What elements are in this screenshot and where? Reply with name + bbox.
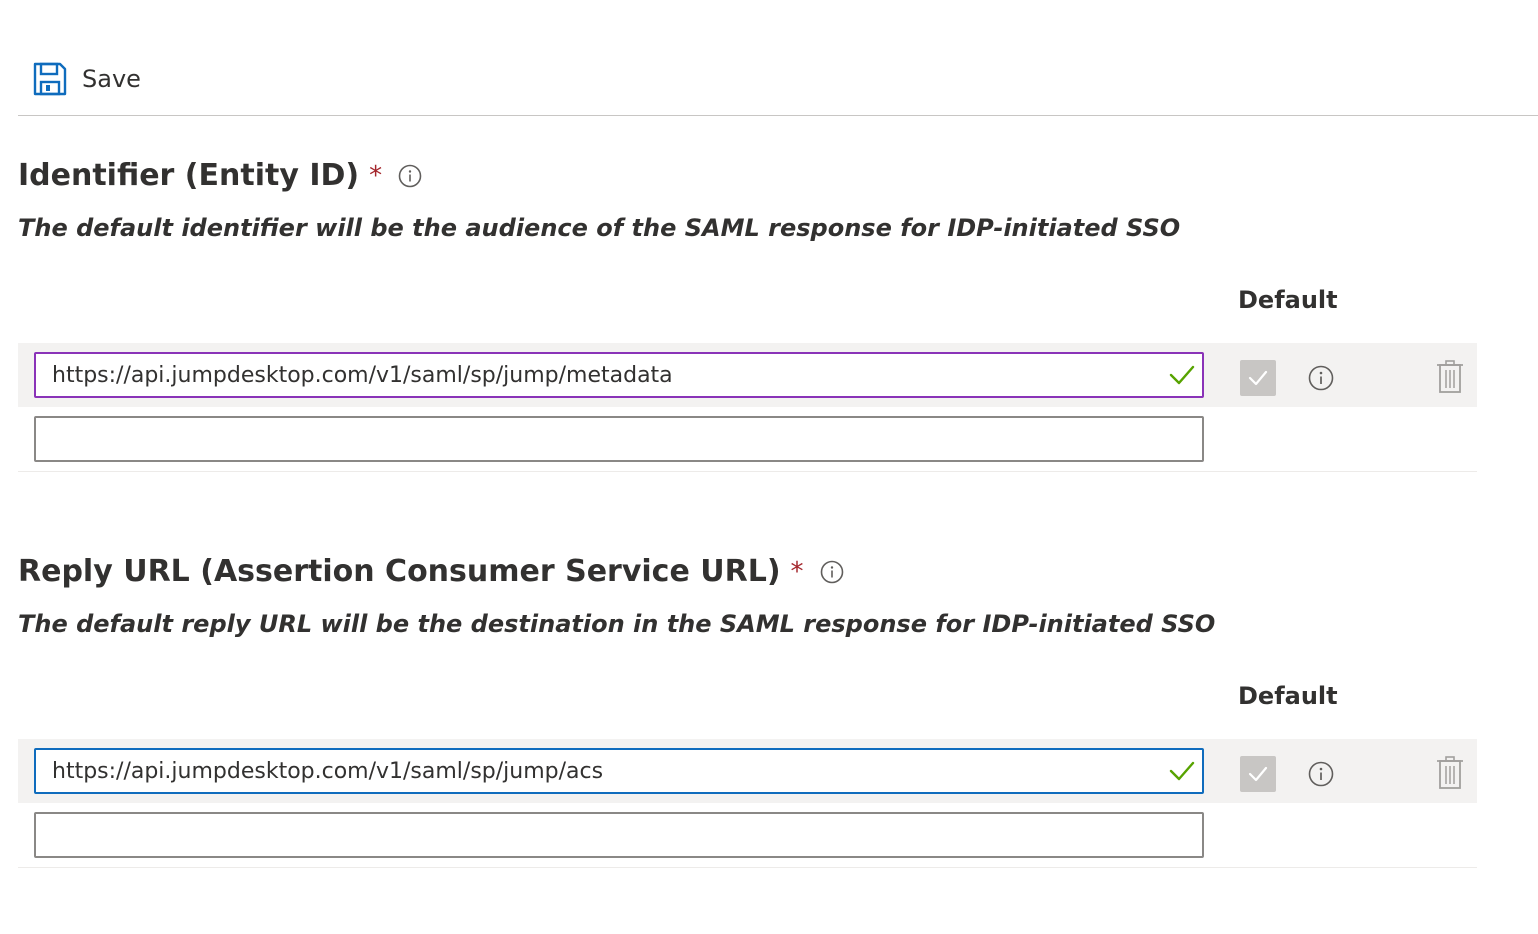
reply-url-description: The default reply URL will be the destin… (18, 610, 1216, 638)
save-button[interactable]: Save (32, 58, 141, 100)
identifier-title: Identifier (Entity ID) (18, 158, 360, 193)
default-checkbox[interactable] (1240, 360, 1276, 396)
reply-url-title-row: Reply URL (Assertion Consumer Service UR… (18, 554, 844, 589)
reply-url-input[interactable] (34, 748, 1204, 794)
identifier-input[interactable] (34, 352, 1204, 398)
checkbox-check-icon (1248, 370, 1268, 386)
divider (18, 867, 1477, 868)
divider (18, 471, 1477, 472)
trash-icon[interactable] (1436, 360, 1464, 394)
required-indicator: * (790, 556, 804, 587)
default-column-header: Default (1238, 682, 1338, 710)
identifier-title-row: Identifier (Entity ID) * (18, 158, 422, 193)
command-bar: Save (18, 0, 1538, 116)
info-icon[interactable] (1308, 761, 1334, 787)
reply-url-title: Reply URL (Assertion Consumer Service UR… (18, 554, 781, 589)
default-column-header: Default (1238, 286, 1338, 314)
save-icon (33, 62, 67, 96)
info-icon[interactable] (820, 560, 844, 584)
info-icon[interactable] (398, 164, 422, 188)
checkmark-icon (1169, 365, 1195, 385)
trash-icon[interactable] (1436, 756, 1464, 790)
required-indicator: * (369, 160, 383, 191)
save-button-label: Save (82, 65, 141, 93)
reply-url-new-input[interactable] (34, 812, 1204, 858)
reply-url-section: Reply URL (Assertion Consumer Service UR… (18, 554, 1478, 874)
default-checkbox[interactable] (1240, 756, 1276, 792)
identifier-description: The default identifier will be the audie… (18, 214, 1181, 242)
identifier-section: Identifier (Entity ID) * The default ide… (18, 158, 1478, 478)
identifier-new-input[interactable] (34, 416, 1204, 462)
checkbox-check-icon (1248, 766, 1268, 782)
info-icon[interactable] (1308, 365, 1334, 391)
checkmark-icon (1169, 761, 1195, 781)
